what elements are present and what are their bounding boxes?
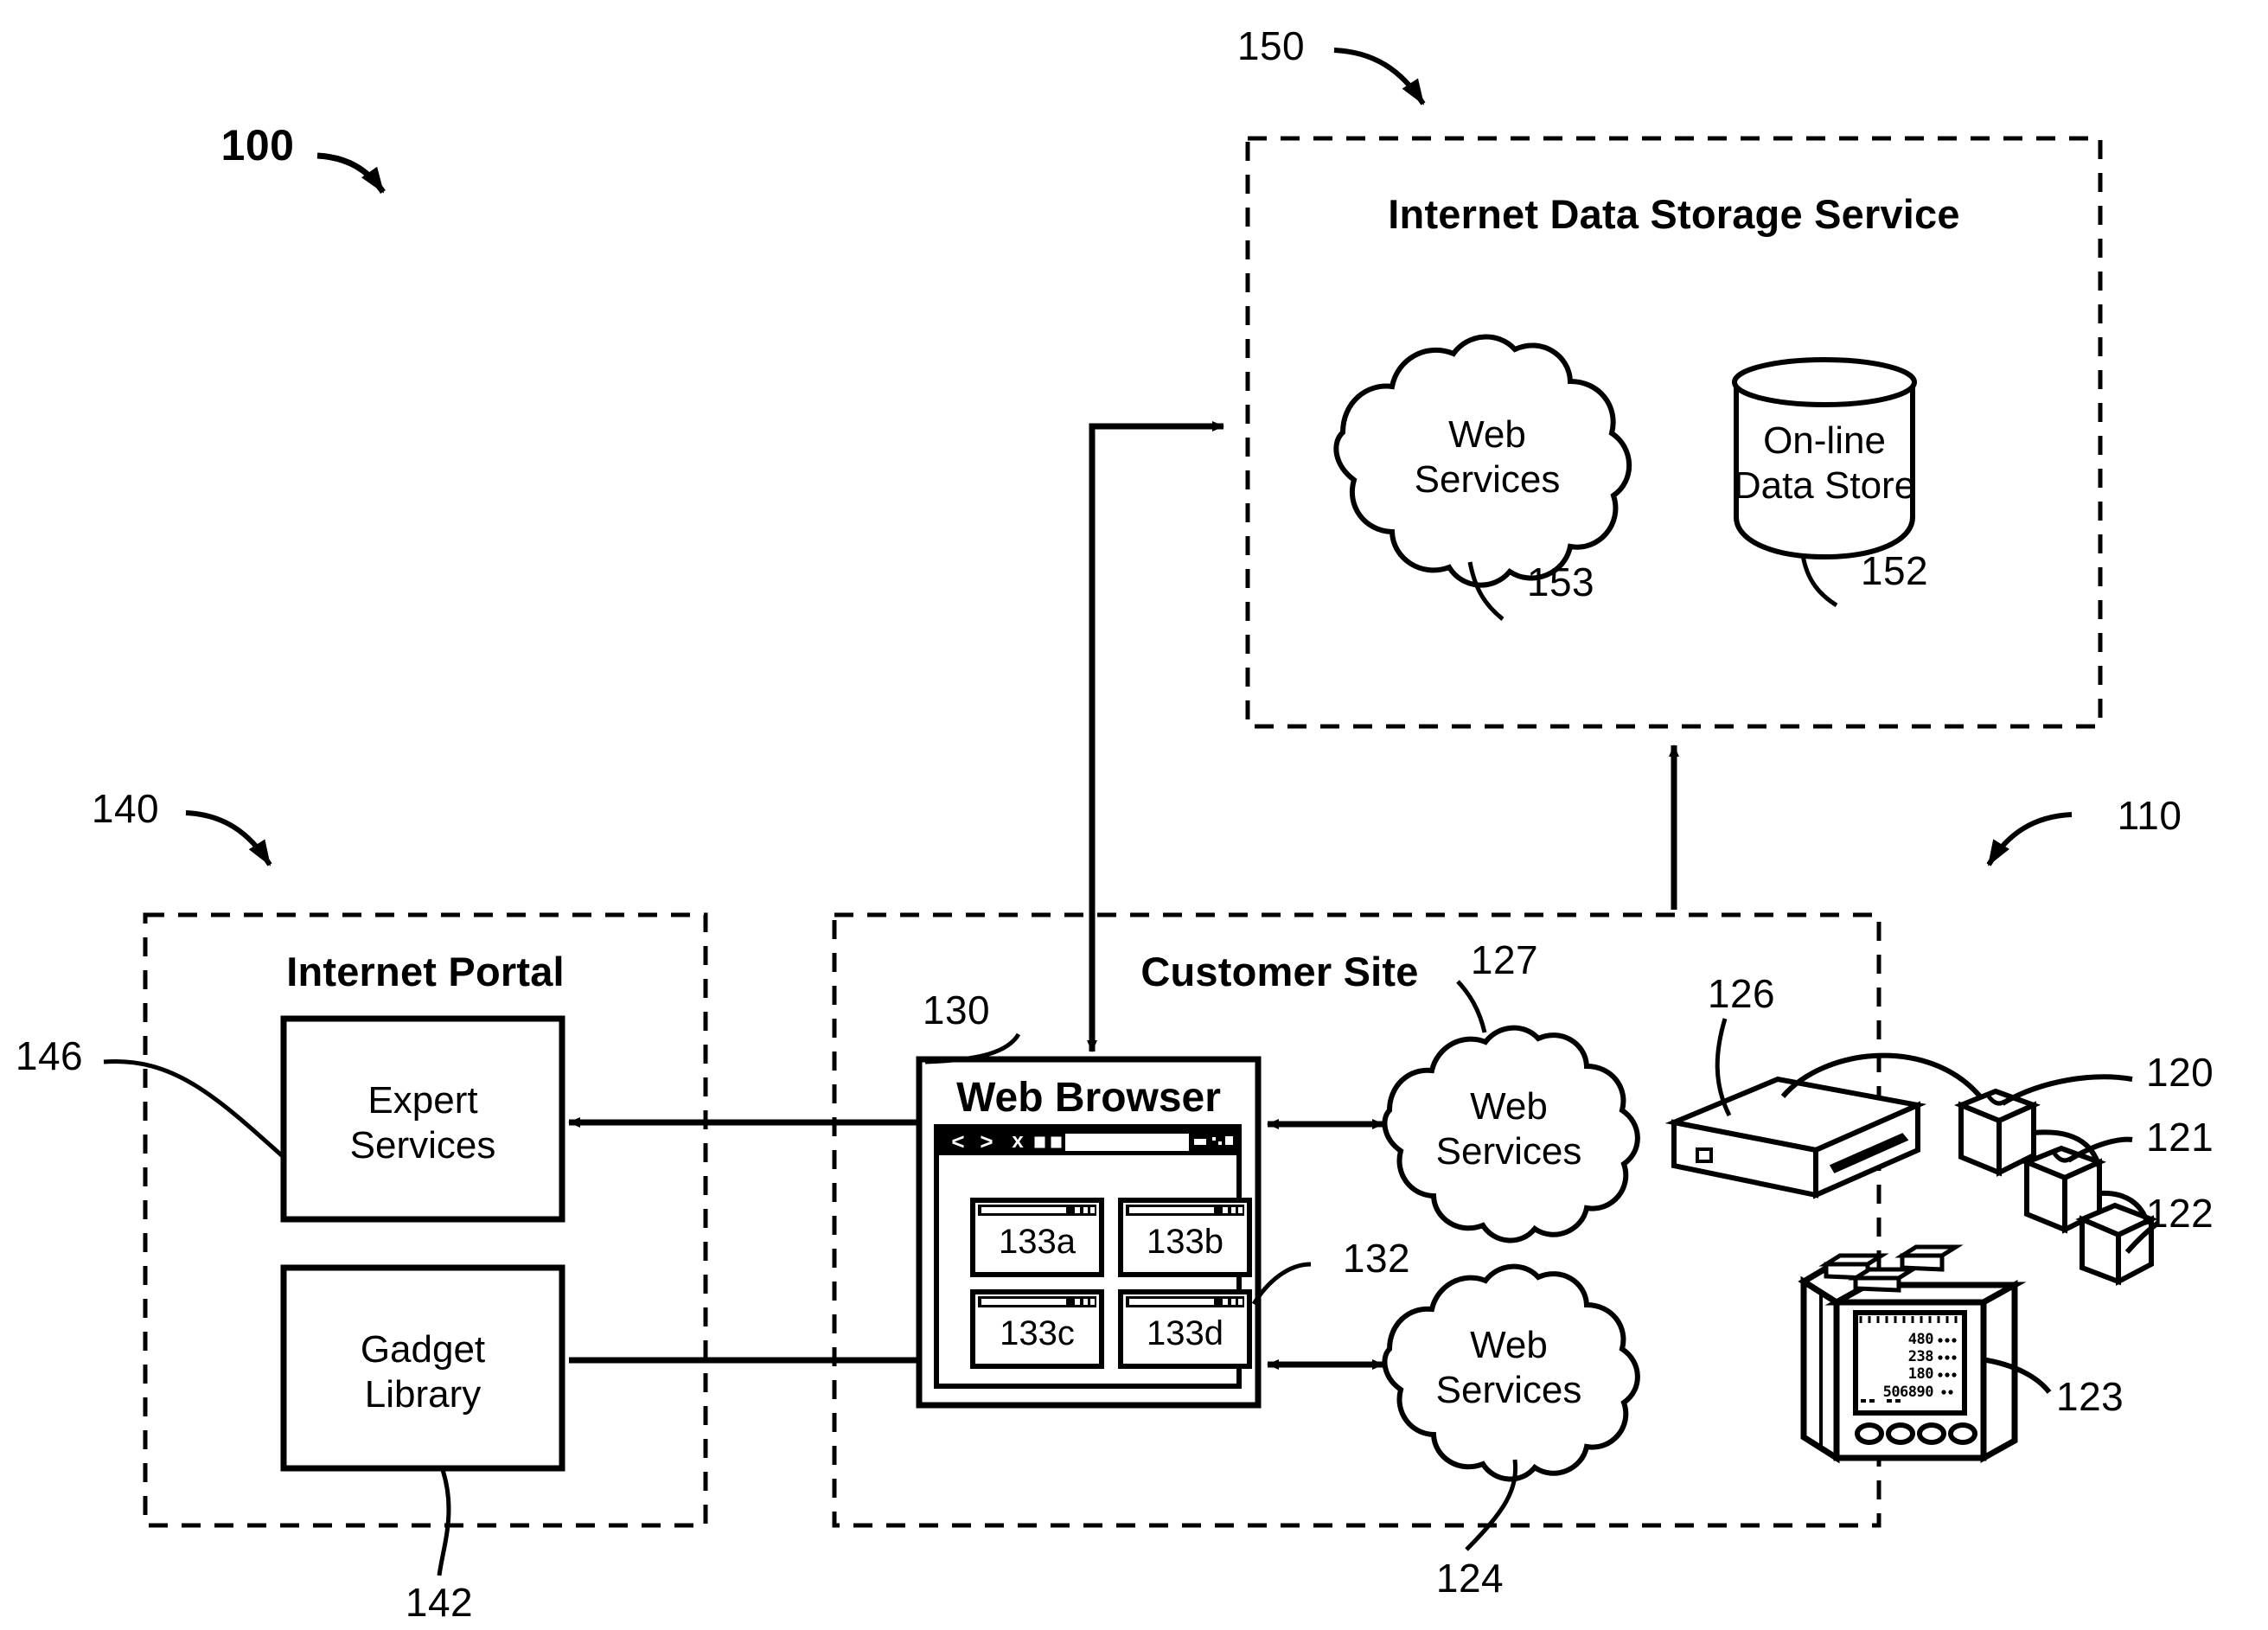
browser-address-bar[interactable] — [1065, 1134, 1189, 1151]
ref-number-153: 153 — [1526, 559, 1595, 604]
ref-number-121: 121 — [2146, 1115, 2214, 1160]
browser-toolbar-dot-b — [1218, 1141, 1222, 1145]
browser-forward-icon[interactable]: > — [976, 1128, 997, 1154]
ref-number-122: 122 — [2146, 1191, 2214, 1236]
cloud-153-label-line1: Web — [1448, 413, 1526, 456]
ref-number-140: 140 — [91, 786, 160, 831]
ref-number-120: 120 — [2146, 1050, 2214, 1095]
ref-number-152: 152 — [1860, 548, 1929, 593]
gadget-label-133c[interactable]: 133c — [973, 1314, 1102, 1353]
browser-toolbar-dot-c — [1225, 1136, 1233, 1145]
browser-stop-icon[interactable]: x — [1007, 1129, 1028, 1154]
browser-back-icon[interactable]: < — [948, 1128, 968, 1154]
leader-146 — [103, 1058, 287, 1160]
callout-arrow-150 — [1333, 48, 1426, 105]
ref-number-130: 130 — [922, 988, 991, 1032]
browser-toolbar-page-icon-1[interactable] — [1032, 1134, 1048, 1151]
ref-number-150: 150 — [1236, 23, 1306, 68]
cloud-127-label-line1: Web — [1470, 1085, 1548, 1128]
gateway-device-126 — [1664, 1018, 1983, 1199]
callout-arrow-140 — [185, 810, 272, 866]
browser-toolbar-indicator — [1194, 1139, 1206, 1145]
ref-number-126: 126 — [1707, 971, 1776, 1016]
ref-number-132: 132 — [1342, 1236, 1411, 1281]
meter-display-row-1: 480 — [1907, 1331, 1934, 1348]
expert-services-label-line2: Services — [349, 1124, 496, 1167]
ref-number-123: 123 — [2056, 1374, 2124, 1419]
meter-display-row-3: 180 — [1907, 1365, 1934, 1383]
gadget-label-133a[interactable]: 133a — [973, 1223, 1102, 1262]
expert-services-label-line1: Expert — [367, 1079, 478, 1122]
cloud-124-label-line2: Services — [1435, 1369, 1582, 1411]
meter-display-row-4: 506890 — [1882, 1384, 1934, 1401]
cloud-127-label-line2: Services — [1435, 1130, 1582, 1173]
cylinder-152-label-line2: Data Store — [1733, 464, 1916, 507]
ref-number-127: 127 — [1470, 937, 1539, 982]
gadget-library-label-line1: Gadget — [360, 1328, 486, 1371]
browser-toolbar-dot-a — [1212, 1137, 1216, 1141]
ref-number-124: 124 — [1435, 1556, 1505, 1601]
meter-display-row-2: 238 — [1907, 1348, 1934, 1365]
cloud-124-label-line1: Web — [1470, 1324, 1548, 1366]
gadget-library-label-line2: Library — [364, 1373, 482, 1416]
ref-number-146: 146 — [15, 1033, 84, 1078]
storage-service-title: Internet Data Storage Service — [1388, 191, 1960, 237]
ref-number-142: 142 — [405, 1580, 474, 1625]
portal-title: Internet Portal — [286, 949, 565, 994]
ref-number-110: 110 — [2117, 793, 2182, 838]
cylinder-152-label-line1: On-line — [1763, 419, 1886, 462]
gadget-label-133b[interactable]: 133b — [1121, 1223, 1249, 1262]
ref-number-100: 100 — [220, 121, 295, 169]
customer-site-title: Customer Site — [1140, 949, 1419, 994]
leader-142 — [437, 1469, 451, 1576]
patent-figure: 100 150 Internet Data Storage Service We… — [0, 0, 2268, 1630]
cloud-153-label-line2: Services — [1414, 458, 1561, 501]
browser-title: Web Browser — [956, 1075, 1221, 1121]
leader-132 — [1251, 1262, 1312, 1306]
gadget-label-133d[interactable]: 133d — [1121, 1314, 1249, 1353]
browser-toolbar-page-icon-2[interactable] — [1048, 1134, 1064, 1151]
callout-arrow-100 — [316, 152, 386, 195]
callout-arrow-110 — [1986, 812, 2073, 866]
